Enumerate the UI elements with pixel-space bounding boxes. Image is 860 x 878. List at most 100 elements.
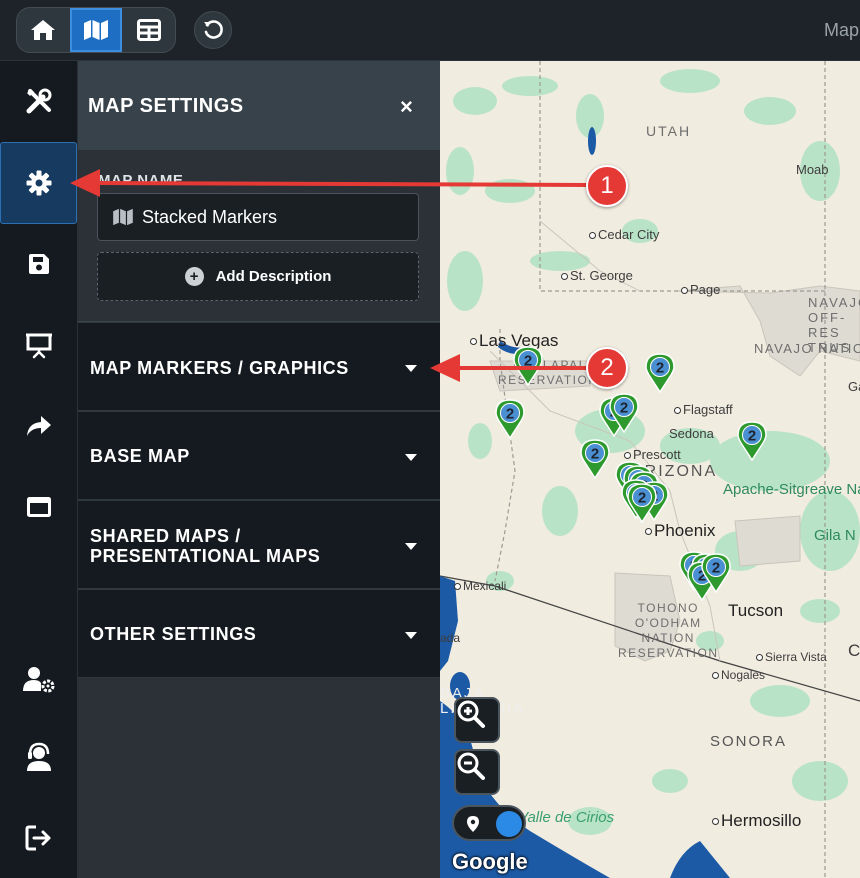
annotation-badge-2: 2: [586, 347, 628, 389]
table-view-button[interactable]: [123, 8, 175, 52]
section-base-map[interactable]: BASE MAP: [78, 411, 440, 500]
plus-circle-icon: +: [184, 267, 204, 286]
city-label: Flagstaff: [674, 402, 733, 417]
map-canvas[interactable]: UTAH Moab Cedar City St. George Page NAV…: [440, 61, 860, 878]
close-icon[interactable]: ×: [400, 94, 413, 120]
chevron-down-icon: [405, 632, 417, 639]
undo-icon: [204, 20, 223, 39]
logout-button[interactable]: [0, 798, 78, 878]
chevron-down-icon: [405, 454, 417, 461]
presentation-icon: [26, 333, 52, 359]
map-marker[interactable]: 2: [645, 353, 675, 393]
app-title: Map: [824, 20, 860, 40]
city-label: Sierra Vista: [756, 650, 827, 664]
map-marker[interactable]: 2: [495, 399, 525, 439]
undo-button[interactable]: [194, 11, 232, 49]
home-icon: [31, 20, 55, 40]
support-button[interactable]: [0, 717, 78, 797]
section-label: SHARED MAPS / PRESENTATIONAL MAPS: [90, 526, 321, 566]
section-shared-maps[interactable]: SHARED MAPS / PRESENTATIONAL MAPS: [78, 500, 440, 589]
svg-text:2: 2: [524, 353, 532, 370]
map-view-button[interactable]: [70, 8, 122, 52]
section-label: OTHER SETTINGS: [90, 624, 257, 644]
window-icon: [27, 497, 51, 517]
city-label: Ga: [848, 379, 860, 394]
map-name-value: Stacked Markers: [142, 206, 278, 227]
map-marker[interactable]: 2: [580, 439, 610, 479]
top-bar: Map: [0, 0, 860, 61]
city-label: Nogales: [712, 668, 765, 682]
svg-text:2: 2: [591, 446, 599, 463]
section-map-markers[interactable]: MAP MARKERS / GRAPHICS: [78, 322, 440, 411]
city-label: Phoenix: [645, 521, 715, 541]
chevron-down-icon: [405, 543, 417, 550]
region-label: NAVAJO NATIC: [754, 341, 860, 356]
city-label: Page: [681, 282, 720, 297]
marker-toggle[interactable]: [452, 805, 526, 841]
map-marker[interactable]: 2: [701, 553, 731, 593]
share-button[interactable]: [0, 386, 78, 466]
save-icon: [29, 254, 49, 274]
region-label: TOHONO O'ODHAM NATION RESERVATION: [618, 601, 719, 660]
city-label: Prescott: [624, 447, 681, 462]
annotation-badge-1: 1: [586, 165, 628, 207]
map-name-section: MAP NAME Stacked Markers + Add Descripti…: [78, 150, 440, 322]
table-icon: [137, 19, 161, 41]
window-button[interactable]: [0, 467, 78, 547]
settings-button[interactable]: [0, 142, 77, 224]
section-other-settings[interactable]: OTHER SETTINGS: [78, 589, 440, 678]
city-label: Sedona: [669, 426, 714, 441]
pin-icon: [467, 816, 479, 832]
user-settings-button[interactable]: [0, 639, 78, 719]
map-marker[interactable]: 2: [513, 346, 543, 386]
home-button[interactable]: [17, 8, 69, 52]
park-label: Apache-Sitgreave National Forests: [723, 481, 860, 498]
save-button[interactable]: [0, 224, 78, 304]
toggle-knob: [496, 811, 522, 837]
map-icon: [84, 20, 108, 40]
left-rail: [0, 61, 78, 878]
zoom-in-icon: [457, 700, 485, 728]
panel-header: MAP SETTINGS ×: [78, 61, 440, 150]
map-settings-panel: MAP SETTINGS × MAP NAME Stacked Markers …: [78, 61, 440, 878]
zoom-out-icon: [457, 752, 485, 780]
logout-icon: [25, 825, 51, 851]
section-label: BASE MAP: [90, 446, 190, 466]
add-description-label: Add Description: [215, 268, 332, 285]
city-label: Cedar City: [589, 227, 659, 242]
city-label: Tucson: [728, 601, 784, 620]
section-label: MAP MARKERS / GRAPHICS: [90, 358, 349, 378]
map-name-label: MAP NAME: [98, 172, 184, 189]
city-label: C: [848, 641, 860, 660]
park-label: Gila N For: [814, 527, 860, 544]
tools-icon: [26, 88, 52, 114]
svg-text:2: 2: [506, 406, 514, 423]
view-switcher: [16, 7, 176, 53]
city-label: ada: [440, 631, 461, 645]
chevron-down-icon: [405, 365, 417, 372]
map-marker[interactable]: 2: [737, 421, 767, 461]
city-label: St. George: [561, 268, 633, 283]
map-name-field[interactable]: Stacked Markers: [97, 193, 419, 241]
tools-button[interactable]: [0, 61, 78, 141]
map-marker[interactable]: 2: [609, 393, 639, 433]
zoom-in-button[interactable]: [454, 697, 500, 743]
present-button[interactable]: [0, 305, 78, 385]
svg-text:2: 2: [748, 428, 756, 445]
svg-text:2: 2: [620, 400, 628, 417]
city-label: Hermosillo: [712, 811, 801, 831]
region-label: SONORA: [710, 733, 788, 750]
add-description-button[interactable]: + Add Description: [97, 252, 419, 301]
park-label: Valle de Cirios: [518, 809, 615, 826]
gear-icon: [26, 170, 51, 196]
svg-text:2: 2: [712, 560, 720, 577]
support-agent-icon: [27, 742, 51, 771]
zoom-out-button[interactable]: [454, 749, 500, 795]
panel-title: MAP SETTINGS: [88, 95, 244, 117]
share-icon: [27, 416, 51, 436]
map-marker[interactable]: 2: [627, 483, 657, 523]
google-logo: Google: [452, 849, 528, 874]
region-label: UTAH: [646, 123, 692, 139]
map-icon: [113, 208, 133, 226]
svg-text:2: 2: [656, 360, 664, 377]
